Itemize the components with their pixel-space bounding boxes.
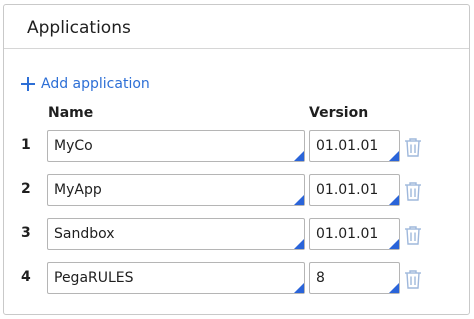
application-name-field[interactable] <box>47 130 305 162</box>
panel-title: Applications <box>27 18 131 38</box>
application-version-field[interactable] <box>309 130 400 162</box>
row-index: 1 <box>21 137 31 153</box>
applications-panel: Applications Add application Name Versio… <box>3 4 470 315</box>
panel-header: Applications <box>4 5 469 49</box>
application-row: 2 <box>4 174 469 206</box>
row-index: 3 <box>21 225 31 241</box>
add-application-label: Add application <box>41 76 150 92</box>
application-version-field[interactable] <box>309 262 400 294</box>
application-name-field[interactable] <box>47 174 305 206</box>
column-header-name: Name <box>48 105 94 121</box>
application-name-field[interactable] <box>47 218 305 250</box>
trash-icon[interactable] <box>404 225 422 245</box>
trash-icon[interactable] <box>404 181 422 201</box>
row-index: 2 <box>21 181 31 197</box>
row-index: 4 <box>21 269 31 285</box>
plus-icon <box>21 77 35 91</box>
application-row: 1 <box>4 130 469 162</box>
trash-icon[interactable] <box>404 137 422 157</box>
add-application-link[interactable]: Add application <box>21 73 150 95</box>
application-version-field[interactable] <box>309 174 400 206</box>
application-name-field[interactable] <box>47 262 305 294</box>
application-row: 4 <box>4 262 469 294</box>
application-row: 3 <box>4 218 469 250</box>
application-version-field[interactable] <box>309 218 400 250</box>
column-header-version: Version <box>309 105 369 121</box>
trash-icon[interactable] <box>404 269 422 289</box>
